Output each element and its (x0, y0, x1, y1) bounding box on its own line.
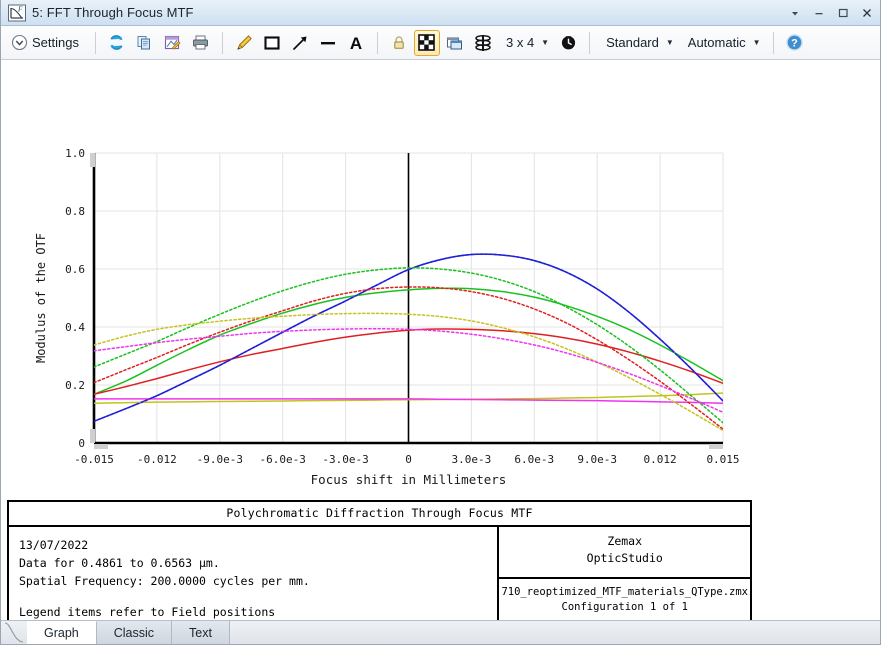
clock-icon[interactable] (555, 30, 581, 56)
svg-text:0.015: 0.015 (706, 453, 739, 466)
save-icon[interactable] (160, 30, 186, 56)
close-button[interactable] (856, 3, 878, 23)
tab-text[interactable]: Text (172, 621, 230, 644)
brand-product: OpticStudio (503, 550, 746, 567)
toolbar-separator (222, 32, 223, 54)
scale-dropdown[interactable]: Automatic ▼ (680, 30, 765, 56)
chevron-down-icon: ▼ (666, 38, 674, 47)
mtf-window: F 5: FFT Through Focus MTF (0, 0, 881, 645)
axis-handle-left (94, 444, 108, 449)
svg-text:-0.015: -0.015 (74, 453, 114, 466)
minimize-button[interactable] (808, 3, 830, 23)
line-icon[interactable] (315, 30, 341, 56)
tab-bar-filler (230, 621, 881, 644)
svg-text:0.2: 0.2 (65, 379, 85, 392)
report-content: 0 0.2 0.4 0.6 0.8 1.0 -0.015 -0.012 -9.0e-3 -6.0e… (1, 60, 881, 622)
tab-graph-label: Graph (44, 626, 79, 640)
chevron-down-circle-icon (11, 34, 28, 51)
plot-canvas: 0 0.2 0.4 0.6 0.8 1.0 -0.015 -0.012 -9.0e-3 -6.0e… (1, 60, 761, 500)
toolbar-separator (95, 32, 96, 54)
help-icon[interactable]: ? (782, 30, 808, 56)
layers-icon[interactable] (470, 30, 496, 56)
style-dropdown[interactable]: Standard ▼ (598, 30, 678, 56)
info-panel-left: 13/07/2022 Data for 0.4861 to 0.6563 µm.… (8, 526, 498, 623)
file-block: 710_reoptimized_MTF_materials_QType.zmx … (499, 579, 750, 619)
x-axis-tick-labels: -0.015 -0.012 -9.0e-3 -6.0e-3 -3.0e-3 0 3.0e-3… (74, 453, 739, 466)
y-axis-title: Modulus of the OTF (34, 233, 48, 363)
tab-bar-nub (1, 621, 27, 644)
tab-graph[interactable]: Graph (27, 621, 97, 644)
toolbar-separator (773, 32, 774, 54)
grid-size-label: 3 x 4 (502, 35, 538, 50)
scale-dropdown-label: Automatic (684, 35, 750, 50)
window-title-bar: F 5: FFT Through Focus MTF (1, 0, 881, 26)
clone-window-icon[interactable] (442, 30, 468, 56)
tab-classic[interactable]: Classic (97, 621, 172, 644)
copy-icon[interactable] (132, 30, 158, 56)
settings-button[interactable]: Settings (7, 30, 87, 56)
brand-block: Zemax OpticStudio (499, 527, 750, 579)
tab-text-label: Text (189, 626, 212, 640)
chevron-down-icon: ▼ (541, 38, 549, 47)
svg-text:-9.0e-3: -9.0e-3 (197, 453, 243, 466)
lock-icon[interactable] (386, 30, 412, 56)
rectangle-icon[interactable] (259, 30, 285, 56)
svg-text:0: 0 (78, 437, 85, 450)
info-panel-right: Zemax OpticStudio 710_reoptimized_MTF_ma… (498, 526, 751, 623)
svg-text:0.8: 0.8 (65, 205, 85, 218)
arrow-icon[interactable] (287, 30, 313, 56)
chevron-down-icon: ▼ (753, 38, 761, 47)
configuration-label: Configuration 1 of 1 (501, 600, 748, 615)
info-panel: Polychromatic Diffraction Through Focus … (7, 500, 752, 618)
mtf-window-icon: F (7, 3, 27, 23)
toolbar: Settings (1, 26, 881, 60)
axis-handle-right (709, 444, 723, 449)
mtf-plot: 0 0.2 0.4 0.6 0.8 1.0 -0.015 -0.012 -9.0e-3 -6.0e… (1, 60, 761, 500)
settings-label: Settings (28, 35, 83, 50)
svg-text:9.0e-3: 9.0e-3 (577, 453, 617, 466)
svg-text:0: 0 (405, 453, 412, 466)
x-axis-title: Focus shift in Millimeters (311, 472, 507, 487)
tab-classic-label: Classic (114, 626, 154, 640)
svg-text:-3.0e-3: -3.0e-3 (322, 453, 368, 466)
window-grid-icon[interactable] (414, 30, 440, 56)
info-panel-title: Polychromatic Diffraction Through Focus … (8, 501, 751, 526)
toolbar-separator (589, 32, 590, 54)
axis-handle-top (90, 153, 95, 167)
svg-text:0.4: 0.4 (65, 321, 85, 334)
svg-text:3.0e-3: 3.0e-3 (452, 453, 492, 466)
print-icon[interactable] (188, 30, 214, 56)
window-title: 5: FFT Through Focus MTF (32, 5, 194, 20)
toolbar-separator (377, 32, 378, 54)
window-controls (784, 0, 878, 26)
svg-text:A: A (350, 34, 362, 53)
text-icon[interactable]: A (343, 30, 369, 56)
svg-text:F: F (17, 5, 23, 13)
svg-text:-6.0e-3: -6.0e-3 (260, 453, 306, 466)
brand-name: Zemax (503, 533, 746, 550)
dropdown-menu-button[interactable] (784, 3, 806, 23)
style-dropdown-label: Standard (602, 35, 663, 50)
svg-text:0.012: 0.012 (644, 453, 677, 466)
pencil-icon[interactable] (231, 30, 257, 56)
info-spatial-frequency: Spatial Frequency: 200.0000 cycles per m… (19, 573, 497, 591)
axis-handle-bottom (90, 429, 95, 443)
y-axis-tick-labels: 0 0.2 0.4 0.6 0.8 1.0 (65, 147, 85, 450)
svg-text:6.0e-3: 6.0e-3 (514, 453, 554, 466)
info-date: 13/07/2022 (19, 537, 497, 555)
grid-size-dropdown[interactable]: 3 x 4 ▼ (498, 30, 553, 56)
svg-text:1.0: 1.0 (65, 147, 85, 160)
svg-text:-0.012: -0.012 (137, 453, 177, 466)
file-name: 710_reoptimized_MTF_materials_QType.zmx (501, 585, 748, 600)
svg-text:0.6: 0.6 (65, 263, 85, 276)
view-tab-bar: Graph Classic Text (1, 620, 881, 644)
info-wavelength-range: Data for 0.4861 to 0.6563 µm. (19, 555, 497, 573)
refresh-icon[interactable] (104, 30, 130, 56)
maximize-button[interactable] (832, 3, 854, 23)
svg-text:?: ? (791, 38, 798, 50)
